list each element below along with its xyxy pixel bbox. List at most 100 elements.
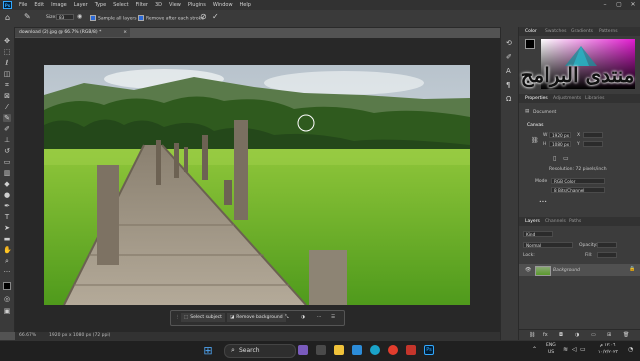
- fill-field[interactable]: [597, 252, 617, 258]
- menu-help[interactable]: Help: [240, 2, 251, 8]
- lasso-tool-icon[interactable]: ℓ: [3, 59, 11, 67]
- sample-all-layers-checkbox[interactable]: Sample all layers: [90, 15, 137, 22]
- settings-icon[interactable]: ☰: [331, 313, 335, 322]
- gradient-tool-icon[interactable]: ▥: [3, 169, 11, 177]
- menu-file[interactable]: File: [19, 2, 27, 8]
- type-tool-icon[interactable]: T: [3, 213, 11, 221]
- photoshop-taskbar-icon[interactable]: Ps: [424, 345, 434, 355]
- commit-check-icon[interactable]: ✓: [212, 12, 219, 21]
- task-view-icon[interactable]: [316, 345, 326, 355]
- zoom-tool-icon[interactable]: ⌕: [3, 257, 11, 265]
- glyphs-panel-icon[interactable]: Ω: [506, 95, 511, 103]
- remove-background-button[interactable]: ◪ Remove background: [227, 313, 286, 322]
- layer-kind-filter[interactable]: Kind: [523, 231, 553, 237]
- home-icon[interactable]: ⌂: [5, 13, 10, 22]
- drag-handle-icon[interactable]: ⋮: [175, 313, 180, 322]
- blend-mode-select[interactable]: Normal: [523, 242, 573, 248]
- windows-start-icon[interactable]: ⊞: [203, 345, 213, 356]
- menu-image[interactable]: Image: [51, 2, 67, 8]
- select-subject-button[interactable]: ⬚ Select subject: [181, 313, 225, 322]
- menu-layer[interactable]: Layer: [74, 2, 88, 8]
- menu-select[interactable]: Select: [113, 2, 128, 8]
- adjustment-icon[interactable]: ◑: [301, 313, 305, 322]
- eyedropper-tool-icon[interactable]: ⁄: [3, 103, 11, 111]
- y-field[interactable]: [583, 141, 603, 147]
- menu-window[interactable]: Window: [213, 2, 233, 8]
- notification-icon[interactable]: ◔: [628, 346, 633, 353]
- language-top[interactable]: ENG: [546, 343, 556, 348]
- document-tab[interactable]: download (2).jpg @ 66.7% (RGB/8) * ×: [15, 28, 130, 37]
- tray-chevron-icon[interactable]: ⌃: [532, 346, 537, 353]
- path-selection-tool-icon[interactable]: ➤: [3, 224, 11, 232]
- menu-plugins[interactable]: Plugins: [188, 2, 206, 8]
- delete-layer-icon[interactable]: 🗑: [623, 332, 629, 338]
- visibility-eye-icon[interactable]: 👁: [525, 267, 531, 273]
- hand-tool-icon[interactable]: ✋: [3, 246, 12, 254]
- add-mask-icon[interactable]: ◘: [559, 332, 563, 338]
- link-dimensions-icon[interactable]: ⛓: [531, 137, 539, 144]
- taskbar-search[interactable]: ⌕ Search: [224, 344, 296, 358]
- close-tab-icon[interactable]: ×: [123, 28, 127, 37]
- tab-properties[interactable]: Properties: [525, 94, 548, 103]
- battery-icon[interactable]: ▭: [580, 346, 586, 353]
- cancel-icon[interactable]: ⊘: [200, 12, 207, 21]
- tab-patterns[interactable]: Patterns: [599, 27, 618, 36]
- edge-browser-icon[interactable]: [370, 345, 380, 355]
- menu-type[interactable]: Type: [95, 2, 106, 8]
- opacity-field[interactable]: [597, 242, 617, 248]
- remove-tool-icon[interactable]: ✎: [24, 12, 31, 21]
- fx-icon[interactable]: fx: [543, 332, 548, 338]
- menu-filter[interactable]: Filter: [136, 2, 148, 8]
- link-layers-icon[interactable]: ⛓: [529, 332, 535, 338]
- crop-tool-icon[interactable]: ⌗: [3, 81, 11, 89]
- tab-gradients[interactable]: Gradients: [571, 27, 593, 36]
- move-tool-icon[interactable]: ✥: [3, 37, 11, 45]
- portrait-orientation-icon[interactable]: ▯: [553, 155, 556, 162]
- history-brush-tool-icon[interactable]: ↺: [3, 147, 11, 155]
- brush-tool-icon[interactable]: ✐: [3, 125, 11, 133]
- group-icon[interactable]: ▭: [591, 332, 596, 338]
- width-field[interactable]: 1920 px: [549, 132, 571, 138]
- dodge-tool-icon[interactable]: ●: [3, 191, 11, 199]
- tab-swatches[interactable]: Swatches: [545, 27, 567, 36]
- language-bottom[interactable]: US: [548, 350, 554, 355]
- maximize-icon[interactable]: ▢: [612, 0, 626, 10]
- brush-settings-icon[interactable]: ◉: [77, 13, 82, 20]
- more-options-icon[interactable]: •••: [539, 200, 547, 205]
- wifi-icon[interactable]: ≋: [563, 346, 568, 353]
- transform-icon[interactable]: ⤡: [285, 313, 289, 322]
- blur-tool-icon[interactable]: ◆: [3, 180, 11, 188]
- height-field[interactable]: 1080 px: [549, 141, 571, 147]
- layer-row[interactable]: 👁 Background 🔒: [519, 264, 640, 276]
- clock-date[interactable]: ١٠/٢/٢٠٢٣: [598, 350, 618, 355]
- x-field[interactable]: [583, 132, 603, 138]
- eraser-tool-icon[interactable]: ▭: [3, 158, 11, 166]
- app-icon-1[interactable]: [298, 345, 308, 355]
- adjustment-layer-icon[interactable]: ◑: [575, 332, 579, 338]
- tab-layers[interactable]: Layers: [525, 217, 540, 226]
- tab-libraries[interactable]: Libraries: [585, 94, 604, 103]
- zoom-level[interactable]: 66.67%: [19, 332, 36, 340]
- volume-icon[interactable]: ◁: [572, 346, 577, 353]
- landscape-orientation-icon[interactable]: ▭: [563, 155, 569, 162]
- app-icon-red[interactable]: [406, 345, 416, 355]
- foreground-color-swatch[interactable]: [3, 282, 11, 290]
- chrome-browser-icon[interactable]: [388, 345, 398, 355]
- rectangle-tool-icon[interactable]: ▬: [3, 235, 11, 243]
- remove-after-stroke-checkbox[interactable]: Remove after each stroke: [138, 15, 204, 22]
- tab-paths[interactable]: Paths: [569, 217, 581, 226]
- new-layer-icon[interactable]: ⊞: [607, 332, 611, 338]
- more-tools-icon[interactable]: ···: [3, 268, 11, 276]
- marquee-tool-icon[interactable]: ⬚: [3, 48, 11, 56]
- tab-color[interactable]: Color: [525, 27, 537, 36]
- brush-panel-icon[interactable]: ✐: [506, 53, 512, 61]
- clone-stamp-tool-icon[interactable]: ⊥: [3, 136, 11, 144]
- menu-view[interactable]: View: [169, 2, 181, 8]
- bit-depth-select[interactable]: 8 Bits/Channel: [551, 187, 605, 193]
- layer-name[interactable]: Background: [553, 268, 580, 273]
- minimize-icon[interactable]: –: [598, 0, 612, 10]
- clock-time[interactable]: ١٢:٠٦ م: [600, 343, 615, 348]
- character-panel-icon[interactable]: A: [506, 67, 511, 75]
- pen-tool-icon[interactable]: ✒: [3, 202, 11, 210]
- tab-adjustments[interactable]: Adjustments: [553, 94, 581, 103]
